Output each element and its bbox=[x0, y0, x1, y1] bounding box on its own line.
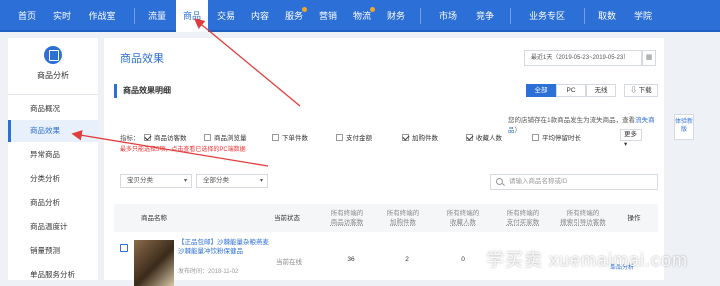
watermark: 学买卖 xuemaimai.com bbox=[486, 250, 689, 270]
arrow-to-product-tab bbox=[193, 18, 301, 107]
annotation-arrows bbox=[71, 18, 301, 167]
arrow-to-product-effect bbox=[71, 130, 269, 167]
